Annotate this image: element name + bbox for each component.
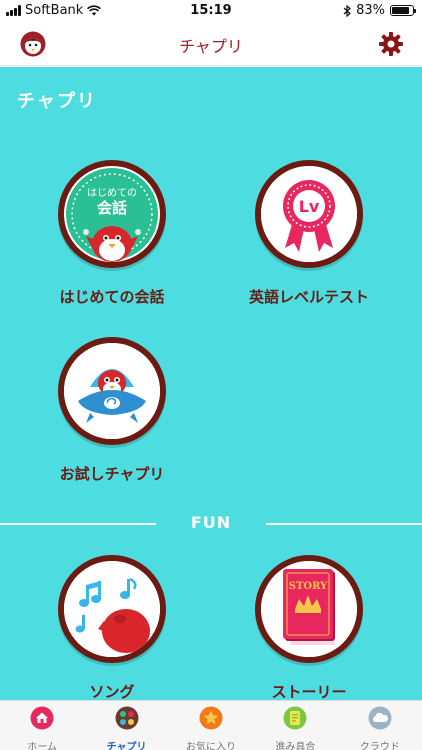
tab-cloud[interactable]: クラウド <box>338 701 422 750</box>
book-title: STORY <box>289 581 328 592</box>
tab-home[interactable]: ホーム <box>0 701 84 750</box>
app-icon-ring <box>58 555 166 663</box>
tab-favorites[interactable]: お気に入り <box>169 701 253 750</box>
app-first-conversation[interactable]: はじめての 会話 はじめての会話 <box>27 160 197 307</box>
app-icon-ring: Lv <box>255 160 363 268</box>
badge-line1: はじめての <box>87 187 137 199</box>
app-song[interactable]: ソング <box>27 555 197 700</box>
chapuri-icon <box>115 706 139 730</box>
app-label: ストーリー <box>271 683 347 700</box>
app-label: はじめての会話 <box>59 288 165 306</box>
cloud-icon <box>368 706 392 730</box>
home-icon <box>30 706 54 730</box>
status-right: 83% <box>343 3 416 18</box>
app-icon-trial <box>64 343 160 439</box>
tab-label: ホーム <box>27 742 58 750</box>
section-title: チャプリ <box>17 91 97 112</box>
divider-line-right <box>266 523 422 525</box>
app-trial-chapuri[interactable]: お試しチャプリ <box>27 337 197 484</box>
storybook-icon: STORY <box>261 561 357 657</box>
tab-chapuri[interactable]: チャプリ <box>84 701 168 750</box>
ufo-bird-icon <box>64 343 160 439</box>
app-label: お試しチャプリ <box>59 465 165 483</box>
battery-level <box>392 7 409 14</box>
app-level-test[interactable]: Lv 英語レベルテスト <box>224 160 394 307</box>
app-icon-song <box>64 561 160 657</box>
tab-label: チャプリ <box>106 742 147 750</box>
gear-icon[interactable] <box>378 31 404 57</box>
app-icon-story: STORY <box>261 561 357 657</box>
badge-line2: 会話 <box>97 199 127 217</box>
app-label: 英語レベルテスト <box>248 288 369 306</box>
status-bar: SoftBank 15:19 83% <box>0 0 422 22</box>
tab-label: 進み具合 <box>275 742 316 750</box>
badge-text: Lv <box>299 197 320 216</box>
tab-progress[interactable]: 進み具合 <box>253 701 337 750</box>
page-title: チャプリ <box>179 37 243 56</box>
progress-icon <box>283 706 307 730</box>
app-icon-ring: はじめての 会話 <box>58 160 166 268</box>
battery-percent: 83% <box>356 3 385 18</box>
app-story[interactable]: STORY ストーリー <box>224 555 394 700</box>
tab-bar: ホーム チャプリ お気に入り 進み具合 クラウド <box>0 700 422 750</box>
fun-divider: FUN <box>0 513 422 533</box>
nav-bar: チャプリ <box>0 22 422 66</box>
tab-label: お気に入り <box>186 742 237 750</box>
ribbon-badge-icon: Lv <box>261 166 357 262</box>
music-notes-icon <box>64 561 160 657</box>
battery-icon <box>390 5 416 16</box>
star-icon <box>199 706 223 730</box>
main-content: チャプリ はじめての 会話 はじめての会話 Lv 英語レベルテスト お試しチャプ… <box>0 67 422 700</box>
app-icon-first-conversation: はじめての 会話 <box>64 166 160 262</box>
bluetooth-icon <box>343 4 352 17</box>
app-label: ソング <box>89 683 135 700</box>
app-icon-ring: STORY <box>255 555 363 663</box>
app-icon-ring <box>58 337 166 445</box>
conversation-icon: はじめての 会話 <box>66 168 158 262</box>
app-icon-level-test: Lv <box>261 166 357 262</box>
tab-label: クラウド <box>359 742 400 750</box>
